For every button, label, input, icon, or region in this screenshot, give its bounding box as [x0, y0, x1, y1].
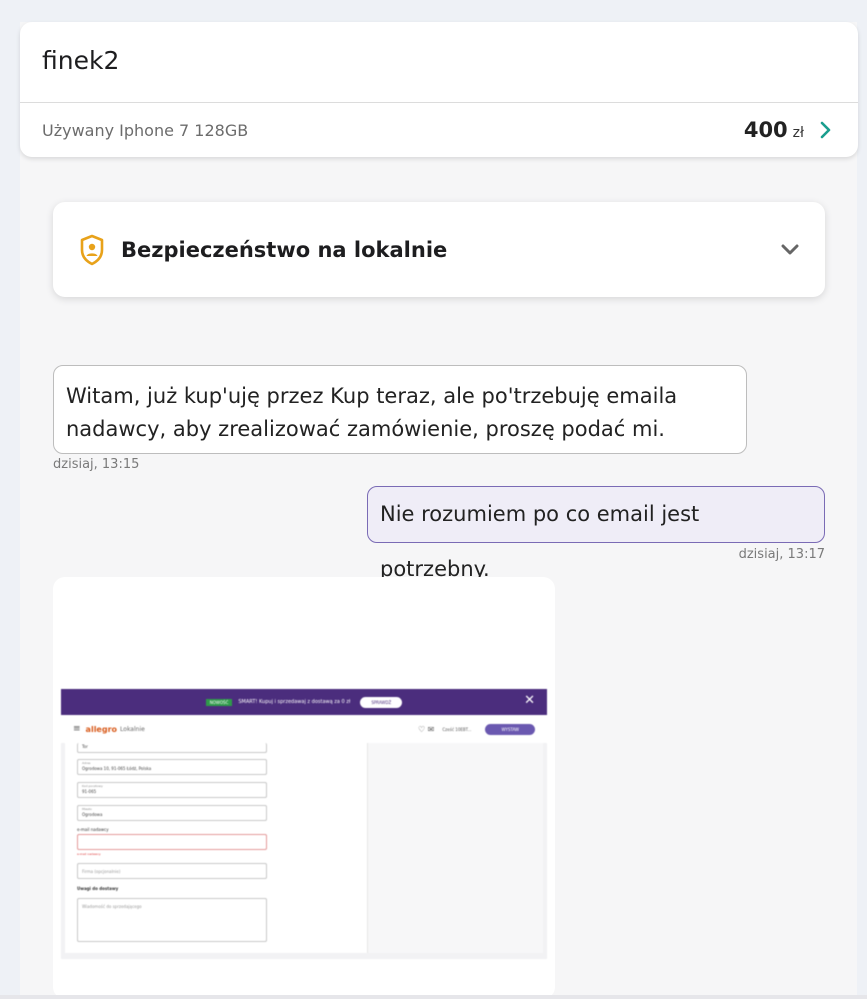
ss-close-icon: ✕ [524, 693, 535, 708]
incoming-message-bubble: Witam, już kup'uję przez Kup teraz, ale … [53, 365, 747, 454]
ss-logo: allegro [85, 724, 118, 734]
incoming-message-time: dzisiaj, 13:15 [53, 457, 140, 472]
ss-field: Kod pocztowy 91-065 [77, 782, 267, 798]
ss-banner-button: SPRAWDŹ [360, 696, 403, 708]
ss-form: Tor Adres Ogrodowa 10, 91-065 Łódź, Pols… [65, 743, 367, 953]
chevron-down-icon[interactable] [781, 244, 799, 256]
safety-accordion[interactable]: Bezpieczeństwo na lokalnie [53, 202, 825, 297]
image-attachment[interactable]: NOWOŚĆ SMART! Kupuj i sprzedawaj z dosta… [53, 577, 555, 999]
ss-banner-text: SMART! Kupuj i sprzedawaj z dostawą za 0… [238, 699, 351, 705]
ss-field-label: Kod pocztowy [82, 784, 103, 788]
ss-field: Miasto Ogrodowa [77, 805, 267, 821]
ss-email-error: e-mail nadawcy [77, 852, 101, 856]
safety-title: Bezpieczeństwo na lokalnie [121, 237, 448, 262]
price-value: 400 [743, 118, 788, 142]
price: 400 zł [744, 118, 804, 142]
shield-user-icon [79, 234, 105, 266]
price-currency: zł [792, 125, 804, 141]
ss-field-value: Ogrodowa 10, 91-065 Łódź, Polska [82, 766, 152, 771]
ss-optional-field: Firma (opcjonalnie) [77, 863, 267, 879]
chevron-right-icon[interactable] [820, 120, 836, 140]
ss-heart-icon: ♡ ✉ [417, 724, 435, 734]
listing-link[interactable]: Używany Iphone 7 128GB 400 zł [20, 103, 858, 157]
ss-notes-label: Uwagi do dostawy [77, 886, 119, 891]
username-title: finek2 [42, 46, 120, 75]
ss-notes-placeholder: Wiadomość do sprzedającego [82, 904, 142, 909]
ss-notes-field: Wiadomość do sprzedającego [77, 898, 267, 942]
ss-email-field [77, 834, 267, 850]
outgoing-message-time: dzisiaj, 13:17 [738, 547, 825, 562]
ss-field: Adres Ogrodowa 10, 91-065 Łódź, Polska [77, 759, 267, 775]
ss-user: Cześć 10EBT... [442, 726, 472, 732]
outgoing-message-bubble: Nie rozumiem po co email jest potrzebny. [367, 486, 825, 581]
listing-title: Używany Iphone 7 128GB [42, 120, 249, 140]
ss-field-value: 91-065 [82, 789, 97, 794]
attached-screenshot: NOWOŚĆ SMART! Kupuj i sprzedawaj z dosta… [61, 689, 547, 959]
ss-field-value: Tor [82, 744, 88, 749]
ss-navbar: ≡ allegro Lokalnie ♡ ✉ Cześć 10EBT... WY… [61, 715, 547, 743]
bottom-edge [0, 995, 867, 999]
ss-promo-banner: NOWOŚĆ SMART! Kupuj i sprzedawaj z dosta… [61, 689, 547, 715]
ss-optional-placeholder: Firma (opcjonalnie) [82, 869, 121, 874]
ss-logo-sub: Lokalnie [120, 725, 145, 733]
ss-email-label: e-mail nadawcy [77, 827, 109, 832]
ss-field-value: Ogrodowa [82, 812, 103, 817]
ss-field: Tor [77, 743, 267, 753]
ss-sidebar [367, 743, 543, 953]
conversation-header: finek2 Używany Iphone 7 128GB 400 zł [20, 22, 858, 157]
ss-cta-button: WYSTAW [485, 723, 535, 735]
ss-field-label: Adres [82, 761, 91, 765]
ss-menu-icon: ≡ [73, 724, 81, 734]
incoming-message-text: Witam, już kup'uję przez Kup teraz, ale … [66, 384, 678, 441]
ss-badge: NOWOŚĆ [205, 698, 233, 706]
ss-field-label: Miasto [82, 807, 92, 811]
